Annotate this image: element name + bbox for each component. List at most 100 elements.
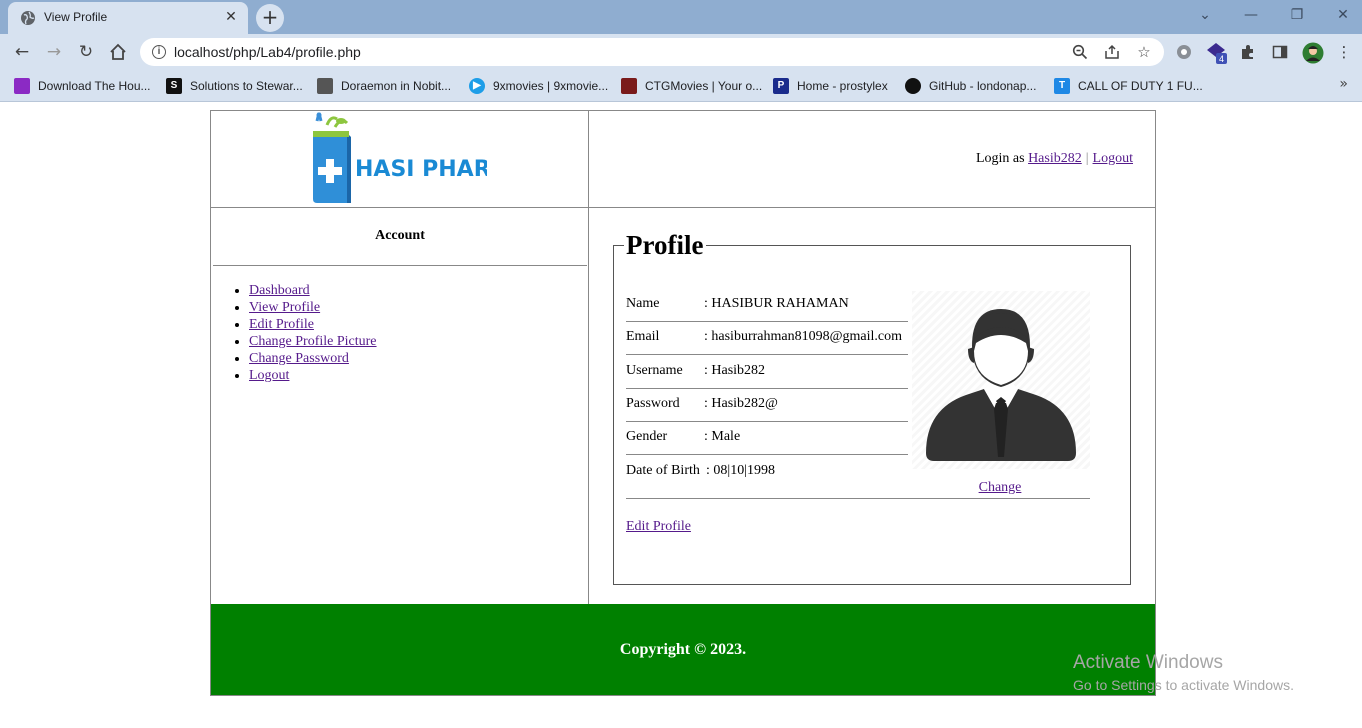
restore-button[interactable]: ❐: [1274, 4, 1320, 28]
bookmark-label: Home - prostylex: [797, 79, 888, 93]
close-window-button[interactable]: ✕: [1320, 4, 1362, 28]
bookmark-label: Download The Hou...: [38, 79, 151, 93]
view-profile-link[interactable]: View Profile: [249, 300, 320, 315]
sidebar-item-view-profile: View Profile: [249, 299, 377, 316]
main-content: Profile Name : HASIBUR RAHAMAN Email : h…: [589, 208, 1155, 604]
bookmark-item[interactable]: GitHub - londonap...: [905, 77, 1036, 95]
sidebar-item-logout: Logout: [249, 367, 377, 384]
profile-row-email: Email : hasiburrahman81098@gmail.com: [626, 322, 908, 355]
extension-circle-icon[interactable]: [1174, 42, 1194, 62]
new-tab-button[interactable]: +: [256, 4, 284, 32]
play-icon: ▶: [469, 78, 485, 94]
profile-row-name: Name : HASIBUR RAHAMAN: [626, 289, 908, 322]
sidebar: Account Dashboard View Profile Edit Prof…: [211, 208, 589, 604]
bookmark-label: CALL OF DUTY 1 FU...: [1078, 79, 1203, 93]
github-icon: [905, 78, 921, 94]
sidebar-item-dashboard: Dashboard: [249, 282, 377, 299]
change-profile-picture-link[interactable]: Change Profile Picture: [249, 334, 377, 349]
browser-tabstrip: View Profile ✕ + ⌄ — ❐ ✕: [0, 0, 1362, 34]
logo-cell: HASI PHARMA: [211, 111, 589, 208]
bookmarks-bar: Download The Hou... S Solutions to Stewa…: [0, 70, 1362, 102]
back-icon[interactable]: ←: [10, 40, 34, 64]
sidebar-title: Account: [375, 228, 425, 243]
minimize-button[interactable]: —: [1228, 4, 1274, 28]
share-icon[interactable]: [1102, 42, 1122, 62]
prostylex-icon: P: [773, 78, 789, 94]
field-label: Gender: [626, 429, 668, 444]
page-container: HASI PHARMA Login as Hasib282| Logout Acc…: [210, 110, 1156, 696]
sidebar-item-change-picture: Change Profile Picture: [249, 333, 377, 350]
hasi-pharma-logo: HASI PHARMA: [313, 112, 487, 203]
bookmark-item[interactable]: Download The Hou...: [14, 77, 151, 95]
profile-row-password: Password : Hasib282@: [626, 389, 908, 422]
profile-avatar-icon[interactable]: [1302, 42, 1324, 64]
site-info-icon[interactable]: i: [152, 45, 166, 59]
change-picture-link[interactable]: Change: [912, 480, 1088, 496]
watermark-subtitle: Go to Settings to activate Windows.: [1073, 677, 1294, 693]
image-icon: [317, 78, 333, 94]
field-value: : Male: [704, 429, 741, 444]
profile-picture: [912, 291, 1090, 469]
bookmark-item[interactable]: P Home - prostylex: [773, 77, 888, 95]
svg-text:4: 4: [1219, 54, 1224, 64]
bookmark-item[interactable]: CTGMovies | Your o...: [621, 77, 762, 95]
field-label: Name: [626, 296, 660, 311]
menu-kebab-icon[interactable]: ⋮: [1334, 42, 1354, 62]
field-label: Email: [626, 329, 660, 344]
field-label: Username: [626, 363, 683, 378]
forward-icon[interactable]: →: [42, 40, 66, 64]
profile-row-dob: Date of Birth : 08|10|1998: [626, 456, 908, 489]
copyright-text: Copyright © 2023.: [619, 641, 747, 658]
tab-search-icon[interactable]: ⌄: [1182, 4, 1228, 28]
bookmark-item[interactable]: S Solutions to Stewar...: [166, 77, 303, 95]
browser-toolbar: ← → ↻ i localhost/php/Lab4/profile.php ☆…: [0, 34, 1362, 70]
activate-windows-watermark: Activate Windows Go to Settings to activ…: [1073, 652, 1294, 695]
extension-badge-icon[interactable]: 4: [1206, 42, 1227, 64]
field-value: : HASIBUR RAHAMAN: [704, 296, 849, 311]
bookmark-label: Solutions to Stewar...: [190, 79, 303, 93]
tab-title: View Profile: [44, 10, 108, 24]
bookmark-item[interactable]: Doraemon in Nobit...: [317, 77, 451, 95]
more-bookmarks-icon[interactable]: »: [1339, 76, 1348, 92]
bookmark-label: Doraemon in Nobit...: [341, 79, 452, 93]
bookmark-label: 9xmovies | 9xmovie...: [493, 79, 609, 93]
home-icon[interactable]: [106, 40, 130, 64]
tab-close-icon[interactable]: ✕: [222, 8, 240, 26]
ctg-icon: [621, 78, 637, 94]
reload-icon[interactable]: ↻: [74, 40, 98, 64]
bookmark-item[interactable]: ▶ 9xmovies | 9xmovie...: [469, 77, 608, 95]
bookmark-star-icon[interactable]: ☆: [1134, 42, 1154, 62]
svg-text:HASI PHARMA: HASI PHARMA: [355, 157, 487, 182]
profile-row-username: Username : Hasib282: [626, 356, 908, 389]
header-logout-link[interactable]: Logout: [1093, 151, 1133, 166]
profile-row-gender: Gender : Male: [626, 422, 908, 455]
field-value: : 08|10|1998: [706, 463, 775, 478]
sidebar-logout-link[interactable]: Logout: [249, 368, 289, 383]
globe-icon: [21, 11, 35, 25]
bookmark-label: GitHub - londonap...: [929, 79, 1037, 93]
login-prefix: Login as: [975, 151, 1025, 166]
profile-fieldset: Profile Name : HASIBUR RAHAMAN Email : h…: [613, 228, 1131, 585]
sidebar-menu: Dashboard View Profile Edit Profile Chan…: [231, 282, 377, 384]
sidebar-item-edit-profile: Edit Profile: [249, 316, 377, 333]
puzzle-icon[interactable]: [1238, 42, 1258, 62]
field-value: : Hasib282: [704, 363, 766, 378]
edit-profile-button[interactable]: Edit Profile: [626, 519, 691, 535]
username-link[interactable]: Hasib282: [1028, 151, 1082, 166]
slader-icon: S: [166, 78, 182, 94]
change-password-link[interactable]: Change Password: [249, 351, 349, 366]
side-panel-icon[interactable]: [1270, 42, 1290, 62]
edit-profile-link[interactable]: Edit Profile: [249, 317, 314, 332]
url-text[interactable]: localhost/php/Lab4/profile.php: [174, 44, 361, 60]
sidebar-item-change-password: Change Password: [249, 350, 377, 367]
browser-tab[interactable]: View Profile ✕: [8, 2, 248, 34]
field-label: Date of Birth: [626, 463, 700, 478]
address-bar[interactable]: i localhost/php/Lab4/profile.php ☆: [140, 38, 1164, 66]
sidebar-divider: [213, 265, 587, 266]
bookmark-item[interactable]: T CALL OF DUTY 1 FU...: [1054, 77, 1203, 95]
bookmark-label: CTGMovies | Your o...: [645, 79, 763, 93]
header-right-cell: Login as Hasib282 | Logout: [589, 111, 1155, 208]
dashboard-link[interactable]: Dashboard: [249, 283, 310, 298]
zoom-icon[interactable]: [1070, 42, 1090, 62]
footer: Copyright © 2023.: [211, 604, 1155, 695]
